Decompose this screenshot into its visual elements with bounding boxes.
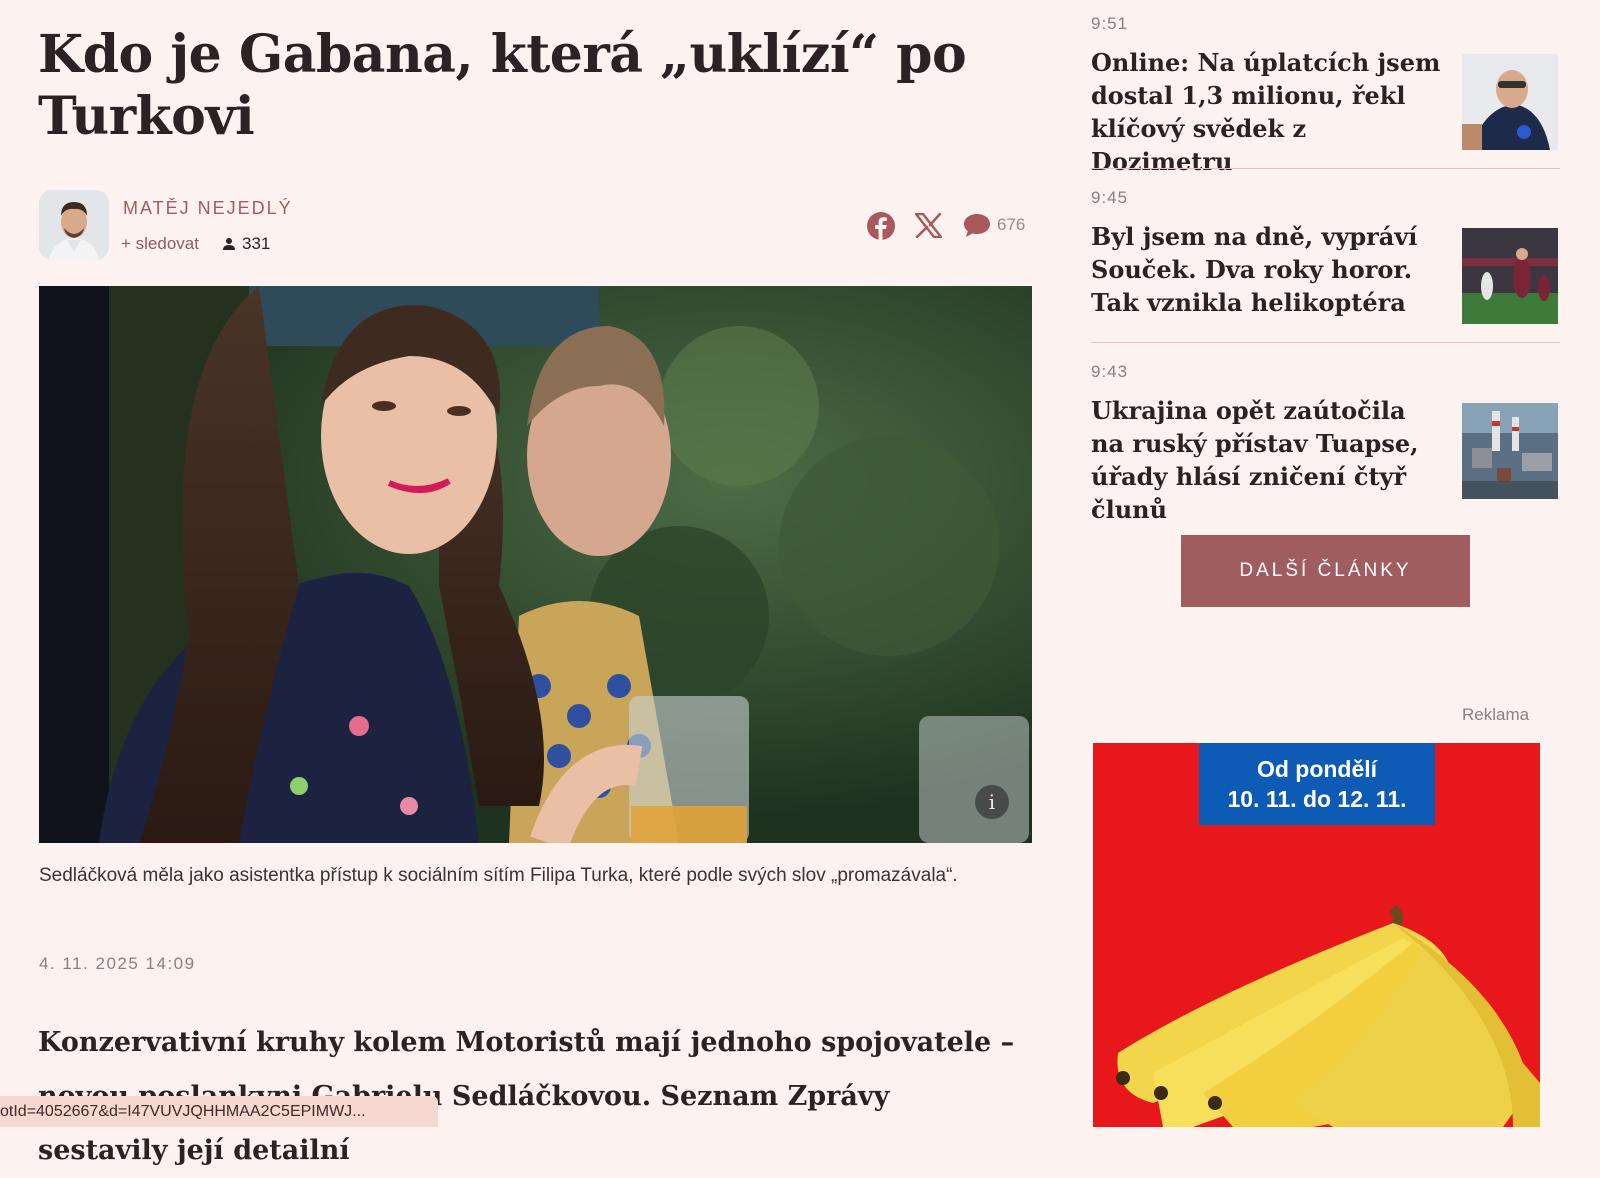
bananas-image	[1116, 904, 1540, 1127]
photo-info-icon[interactable]: i	[975, 785, 1009, 819]
news-time: 9:43	[1091, 362, 1129, 381]
news-title[interactable]: Byl jsem na dně, vypráví Souček. Dva rok…	[1091, 220, 1441, 319]
facebook-icon[interactable]	[866, 211, 896, 241]
news-thumbnail-image	[1462, 403, 1558, 499]
article-headline: Kdo je Gabana, která „uklízí“ po Turkovi	[38, 24, 967, 147]
news-thumbnail-image	[1462, 54, 1558, 150]
news-time: 9:45	[1091, 188, 1129, 207]
comment-icon	[964, 214, 990, 237]
status-bar-url: otId=4052667&d=I47VUVJQHHMAA2C5EPIMWJ...	[0, 1096, 438, 1127]
news-thumbnail-image	[1462, 228, 1558, 324]
author-name[interactable]: MATĚJ NEJEDLÝ	[123, 198, 293, 219]
news-time: 9:51	[1091, 14, 1129, 33]
publish-date: 4. 11. 2025 14:09	[39, 954, 196, 973]
news-item[interactable]: 9:43 Ukrajina opět zaútočila na ruský př…	[1091, 362, 1561, 524]
follow-button[interactable]: + sledovat	[121, 234, 199, 254]
news-thumbnail[interactable]	[1462, 228, 1558, 324]
author-photo	[39, 190, 109, 260]
hero-photo[interactable]	[39, 286, 1032, 843]
x-icon[interactable]	[915, 213, 942, 238]
more-articles-button[interactable]: DALŠÍ ČLÁNKY	[1181, 535, 1470, 607]
news-item[interactable]: 9:51 Online: Na úplatcích jsem dostal 1,…	[1091, 14, 1561, 176]
photo-caption: Sedláčková měla jako asistentka přístup …	[39, 865, 958, 886]
followers-count: 331	[222, 234, 270, 254]
ad-label: Reklama	[1462, 705, 1530, 724]
news-thumbnail[interactable]	[1462, 54, 1558, 150]
news-divider	[1091, 168, 1560, 169]
person-icon	[223, 238, 235, 250]
followers-number: 331	[242, 234, 271, 253]
ad-banner[interactable]: Od pondělí 10. 11. do 12. 11.	[1093, 743, 1540, 1127]
news-item[interactable]: 9:45 Byl jsem na dně, vypráví Souček. Dv…	[1091, 188, 1561, 324]
news-thumbnail[interactable]	[1462, 403, 1558, 499]
news-title[interactable]: Ukrajina opět zaútočila na ruský přístav…	[1091, 394, 1441, 526]
news-title[interactable]: Online: Na úplatcích jsem dostal 1,3 mil…	[1091, 46, 1441, 178]
hero-photo-image	[39, 286, 1032, 843]
news-divider	[1091, 342, 1560, 343]
comments-link[interactable]: 676	[963, 212, 1025, 238]
comments-count: 676	[997, 215, 1026, 234]
author-avatar[interactable]	[39, 190, 109, 260]
